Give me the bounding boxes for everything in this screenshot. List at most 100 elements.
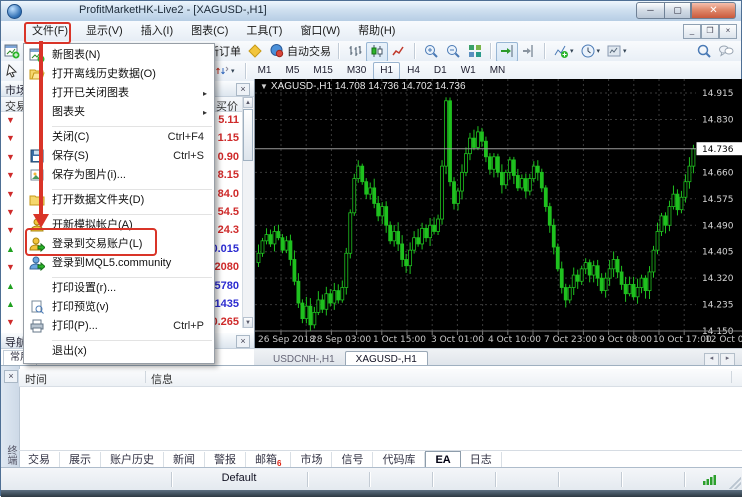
menu-item-label: 图表夹 — [52, 106, 85, 118]
chart-window-icon[interactable] — [5, 23, 21, 39]
menubar-item[interactable]: 图表(C) — [182, 21, 237, 41]
menu-item-label: 保存(S) — [52, 150, 89, 162]
maximize-button[interactable]: ▢ — [664, 2, 691, 19]
bar-chart-icon — [347, 45, 363, 57]
timeframe-w1[interactable]: W1 — [454, 62, 483, 80]
timeframe-m15[interactable]: M15 — [306, 62, 339, 80]
scroll-down-icon[interactable]: ▼ — [243, 317, 253, 328]
menu-item-label: 保存为图片(i)... — [52, 169, 126, 181]
profile-name[interactable]: Default — [171, 472, 307, 484]
file-menu-item[interactable]: 打印预览(v) — [24, 298, 214, 317]
market-watch-scrollbar[interactable]: ▲ ▼ — [242, 97, 254, 328]
price-up-arrow-icon: ▲ — [6, 299, 15, 310]
periods-icon — [580, 45, 596, 57]
market-watch-close-icon[interactable]: × — [236, 83, 250, 96]
menubar-item[interactable]: 显示(V) — [77, 21, 132, 41]
file-menu-item[interactable]: 打印(P)...Ctrl+P — [24, 317, 214, 336]
scroll-up-icon[interactable]: ▲ — [243, 97, 253, 108]
resize-grip[interactable] — [729, 477, 741, 489]
print-preview-icon — [29, 299, 45, 315]
autotrading-button[interactable]: 自动交易 — [266, 42, 334, 62]
menu-separator — [52, 122, 212, 127]
file-menu-item[interactable]: 新图表(N) — [24, 46, 214, 65]
file-menu-item[interactable]: 退出(x) — [24, 342, 214, 361]
svg-text:14.915: 14.915 — [702, 89, 734, 99]
auto-scroll-button[interactable] — [496, 42, 518, 62]
tile-windows-button[interactable] — [464, 42, 486, 62]
application-window: ProfitMarketHK-Live2 - [XAGUSD-,H1] ─ ▢ … — [0, 0, 742, 496]
price-down-arrow-icon: ▼ — [6, 170, 15, 181]
timeframe-group: M1M5M15M30H1H4D1W1MN — [241, 61, 513, 73]
status-bar: Default — [1, 467, 742, 491]
menu-item-label: 新图表(N) — [52, 49, 100, 61]
menubar-item[interactable]: 工具(T) — [237, 21, 291, 41]
file-menu-item[interactable]: 打开已关闭图表▸ — [24, 84, 214, 103]
child-close-button[interactable]: × — [719, 24, 737, 39]
file-menu-item[interactable]: 登录到MQL5.community — [24, 254, 214, 273]
zoom-out-icon — [445, 45, 461, 57]
timeframe-m5[interactable]: M5 — [278, 62, 306, 80]
file-menu-item[interactable]: 图表夹▸ — [24, 103, 214, 122]
new-chart-icon — [4, 45, 20, 57]
menu-separator — [52, 273, 212, 278]
timeframe-m30[interactable]: M30 — [340, 62, 373, 80]
metaeditor-button[interactable] — [244, 42, 266, 62]
file-menu-item[interactable]: 打印设置(r)... — [24, 279, 214, 298]
ask-price: 2080 — [215, 261, 239, 273]
bar-chart-button[interactable] — [344, 42, 366, 62]
community-chat-button[interactable] — [715, 42, 737, 62]
svg-text:10 Oct 17:00: 10 Oct 17:00 — [653, 335, 712, 345]
window-title: ProfitMarketHK-Live2 - [XAGUSD-,H1] — [79, 4, 267, 16]
chart-shift-button[interactable] — [518, 42, 540, 62]
menubar-item[interactable]: 帮助(H) — [349, 21, 404, 41]
file-menu-item[interactable]: 保存(S)Ctrl+S — [24, 147, 214, 166]
terminal-columns-header[interactable]: 时间 信息 — [19, 369, 742, 387]
toolbar-separator — [414, 43, 416, 59]
minimize-button[interactable]: ─ — [636, 2, 665, 19]
search-icon — [696, 45, 712, 57]
timeframe-mn[interactable]: MN — [483, 62, 513, 80]
svg-text:14.235: 14.235 — [702, 301, 734, 311]
scrollbar-thumb[interactable] — [243, 109, 253, 161]
terminal-close-icon[interactable]: × — [4, 370, 18, 383]
child-restore-button[interactable]: ❐ — [701, 24, 719, 39]
menu-item-label: 打开数据文件夹(D) — [52, 194, 144, 206]
menu-item-shortcut: Ctrl+F4 — [168, 128, 204, 147]
file-menu-item[interactable]: 保存为图片(i)... — [24, 166, 214, 185]
zoom-in-button[interactable] — [420, 42, 442, 62]
templates-button[interactable]: ▾ — [603, 42, 630, 62]
timeframe-m1[interactable]: M1 — [251, 62, 279, 80]
menubar-item[interactable]: 窗口(W) — [291, 21, 349, 41]
terminal-panel: × 终端 时间 信息 交易展示账户历史新闻警报邮箱6市场信号代码库EA日志 — [1, 365, 742, 468]
symbol-search-button[interactable] — [693, 42, 715, 62]
file-menu-item[interactable]: 打开数据文件夹(D) — [24, 191, 214, 210]
title-bar[interactable]: ProfitMarketHK-Live2 - [XAGUSD-,H1] ─ ▢ … — [1, 1, 741, 22]
ask-price: 8.15 — [218, 169, 239, 181]
child-minimize-button[interactable]: _ — [683, 24, 701, 39]
timeframe-h4[interactable]: H4 — [400, 62, 427, 80]
tile-windows-icon — [467, 45, 483, 57]
timeframe-d1[interactable]: D1 — [427, 62, 454, 80]
new-chart-button[interactable] — [1, 42, 23, 62]
connection-status-icon — [703, 474, 717, 488]
indicators-button[interactable]: ▾ — [550, 42, 577, 62]
line-chart-button[interactable] — [388, 42, 410, 62]
file-menu-item[interactable]: 打开离线历史数据(O) — [24, 65, 214, 84]
zoom-out-button[interactable] — [442, 42, 464, 62]
candlestick-chart-button[interactable] — [366, 42, 388, 62]
periods-button[interactable]: ▾ — [577, 42, 604, 62]
chart-menu-triangle-icon[interactable]: ▼ — [260, 82, 268, 91]
navigator-close-icon[interactable]: × — [236, 335, 250, 348]
toolbar-separator — [338, 43, 340, 59]
zoom-in-icon — [423, 45, 439, 57]
file-menu-item[interactable]: 关闭(C)Ctrl+F4 — [24, 128, 214, 147]
price-down-arrow-icon: ▼ — [6, 225, 15, 236]
svg-text:14.405: 14.405 — [702, 248, 734, 258]
toolbar-right-group — [693, 41, 737, 62]
annotation-box-login-item — [25, 228, 157, 256]
menubar-item[interactable]: 插入(I) — [132, 21, 182, 41]
toolbar-separator — [544, 43, 546, 59]
timeframe-h1[interactable]: H1 — [373, 62, 400, 80]
close-button[interactable]: ✕ — [691, 2, 736, 19]
cursor-button[interactable] — [1, 62, 23, 82]
